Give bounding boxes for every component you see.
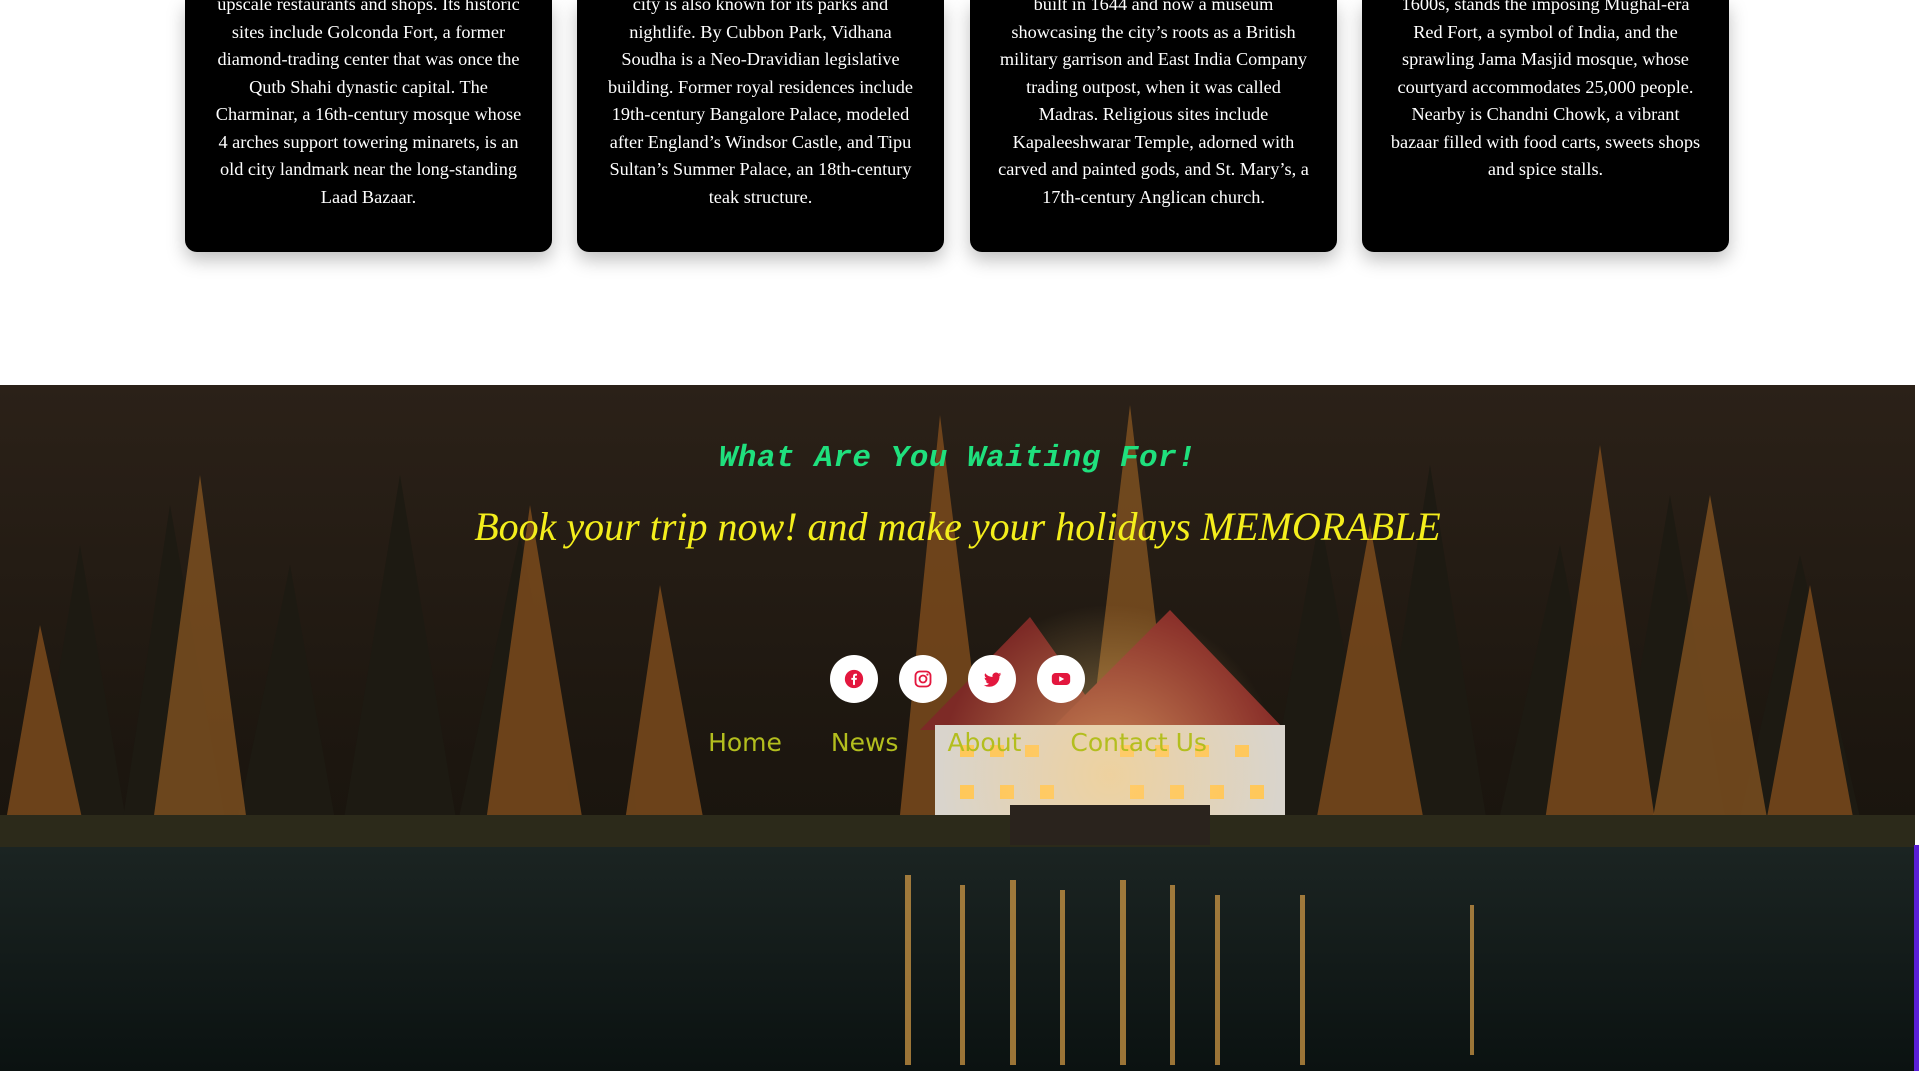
youtube-button[interactable]	[1037, 655, 1085, 703]
destination-card-hyderabad: upscale restaurants and shops. Its histo…	[185, 0, 552, 252]
instagram-icon	[914, 670, 932, 688]
hero-headline: Book your trip now! and make your holida…	[474, 504, 1441, 549]
destination-card-delhi: 1600s, stands the imposing Mughal-era Re…	[1362, 0, 1729, 252]
destination-card-chennai: built in 1644 and now a museum showcasin…	[970, 0, 1337, 252]
footer-hero: What Are You Waiting For! Book your trip…	[0, 385, 1915, 1071]
nav-link-about[interactable]: About	[947, 728, 1021, 757]
nav-link-home[interactable]: Home	[708, 728, 782, 757]
youtube-icon	[1051, 673, 1071, 685]
scrollbar-thumb[interactable]	[1914, 845, 1919, 1071]
instagram-button[interactable]	[899, 655, 947, 703]
footer-nav: Home News About Contact Us	[0, 728, 1915, 757]
destinations-cards-section: upscale restaurants and shops. Its histo…	[0, 0, 1915, 385]
social-links	[0, 655, 1915, 705]
destination-card-text: built in 1644 and now a museum showcasin…	[998, 0, 1309, 207]
nav-link-contact-us[interactable]: Contact Us	[1070, 728, 1207, 757]
twitter-icon	[983, 672, 1001, 687]
twitter-button[interactable]	[968, 655, 1016, 703]
destination-card-text: city is also known for its parks and nig…	[607, 0, 914, 207]
facebook-icon	[844, 669, 864, 689]
nav-link-news[interactable]: News	[831, 728, 899, 757]
destination-card-text: upscale restaurants and shops. Its histo…	[215, 0, 522, 207]
facebook-button[interactable]	[830, 655, 878, 703]
destination-card-bangalore: city is also known for its parks and nig…	[577, 0, 944, 252]
destination-card-text: 1600s, stands the imposing Mughal-era Re…	[1390, 0, 1701, 179]
hero-kicker: What Are You Waiting For!	[718, 441, 1197, 476]
